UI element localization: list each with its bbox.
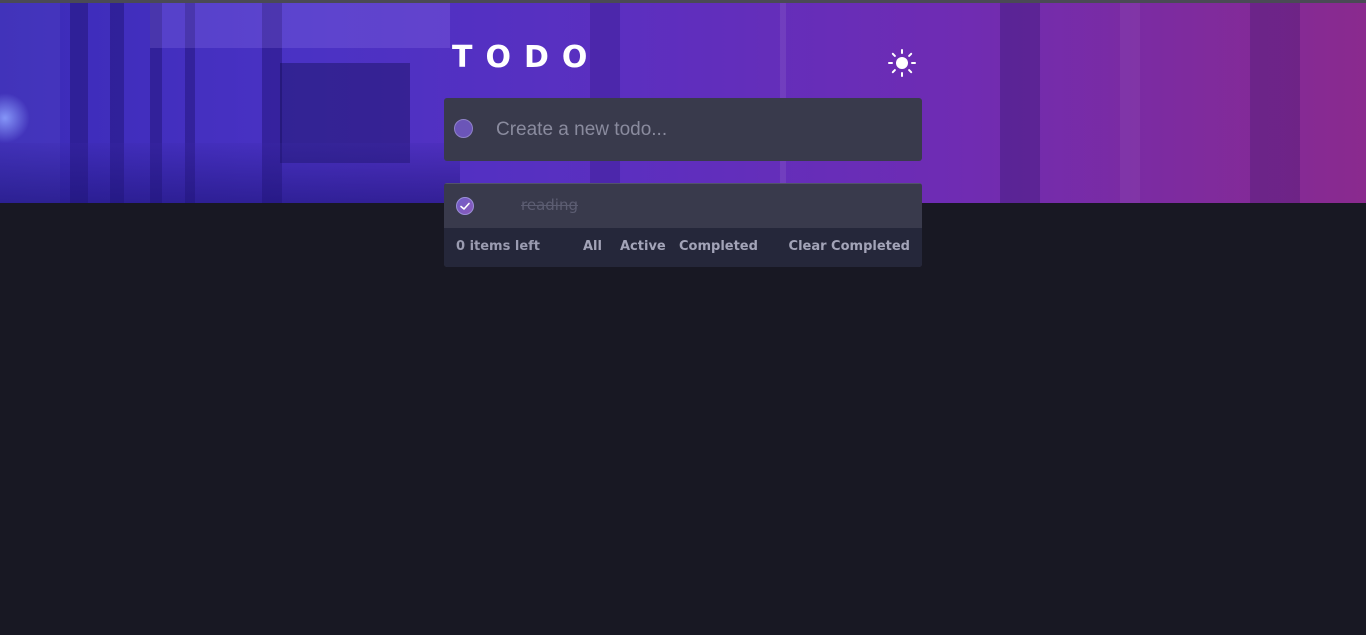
banner-pillar: [1000, 3, 1040, 203]
todo-complete-toggle[interactable]: [456, 197, 474, 215]
list-item[interactable]: reading: [444, 183, 922, 228]
banner-pillar: [1250, 3, 1300, 203]
filter-completed[interactable]: Completed: [679, 239, 758, 254]
theme-toggle-button[interactable]: [887, 48, 917, 78]
new-todo-circle[interactable]: [454, 119, 473, 138]
check-icon: [460, 202, 470, 210]
list-footer: 0 items left All Active Completed Clear …: [444, 228, 922, 267]
items-left-count: 0 items left: [456, 239, 541, 254]
new-todo-bar: [444, 98, 922, 161]
todo-text: reading: [521, 196, 578, 214]
new-todo-input[interactable]: [494, 112, 908, 148]
banner-floor: [0, 143, 460, 203]
clear-completed-button[interactable]: Clear Completed: [789, 239, 910, 254]
banner-ceiling-light: [150, 3, 450, 48]
app-title: TODO: [452, 40, 601, 75]
banner-pillar: [1120, 3, 1140, 203]
sun-icon: [888, 49, 916, 77]
filter-all[interactable]: All: [583, 239, 602, 254]
filter-active[interactable]: Active: [620, 239, 666, 254]
todo-list: reading 0 items left All Active Complete…: [444, 183, 922, 267]
